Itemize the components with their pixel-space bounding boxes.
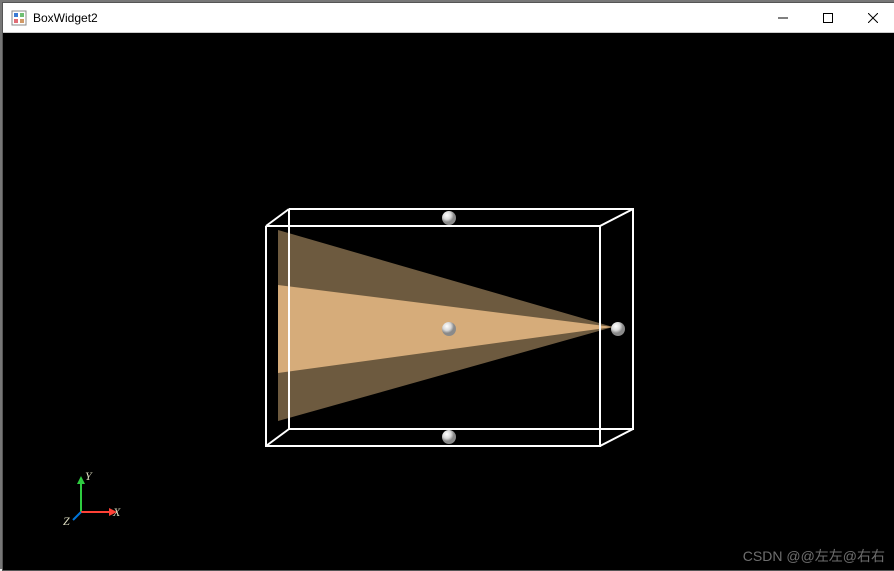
render-viewport[interactable]: Y X Z CSDN @@左左@右右 bbox=[3, 33, 894, 570]
scene bbox=[3, 33, 894, 570]
handle-top[interactable] bbox=[442, 211, 456, 225]
axis-label-x: X bbox=[112, 505, 121, 519]
handle-right[interactable] bbox=[611, 322, 625, 336]
app-icon bbox=[11, 10, 27, 26]
axis-label-z: Z bbox=[63, 514, 70, 528]
handle-bottom[interactable] bbox=[442, 430, 456, 444]
maximize-button[interactable] bbox=[805, 3, 850, 32]
application-window: BoxWidget2 bbox=[2, 2, 894, 571]
handle-center[interactable] bbox=[442, 322, 456, 336]
close-button[interactable] bbox=[850, 3, 894, 32]
axis-orientation-widget[interactable]: Y X Z bbox=[63, 470, 123, 530]
axis-label-y: Y bbox=[85, 470, 93, 483]
window-controls bbox=[760, 3, 894, 32]
minimize-button[interactable] bbox=[760, 3, 805, 32]
titlebar[interactable]: BoxWidget2 bbox=[3, 3, 894, 33]
window-title: BoxWidget2 bbox=[33, 11, 760, 25]
